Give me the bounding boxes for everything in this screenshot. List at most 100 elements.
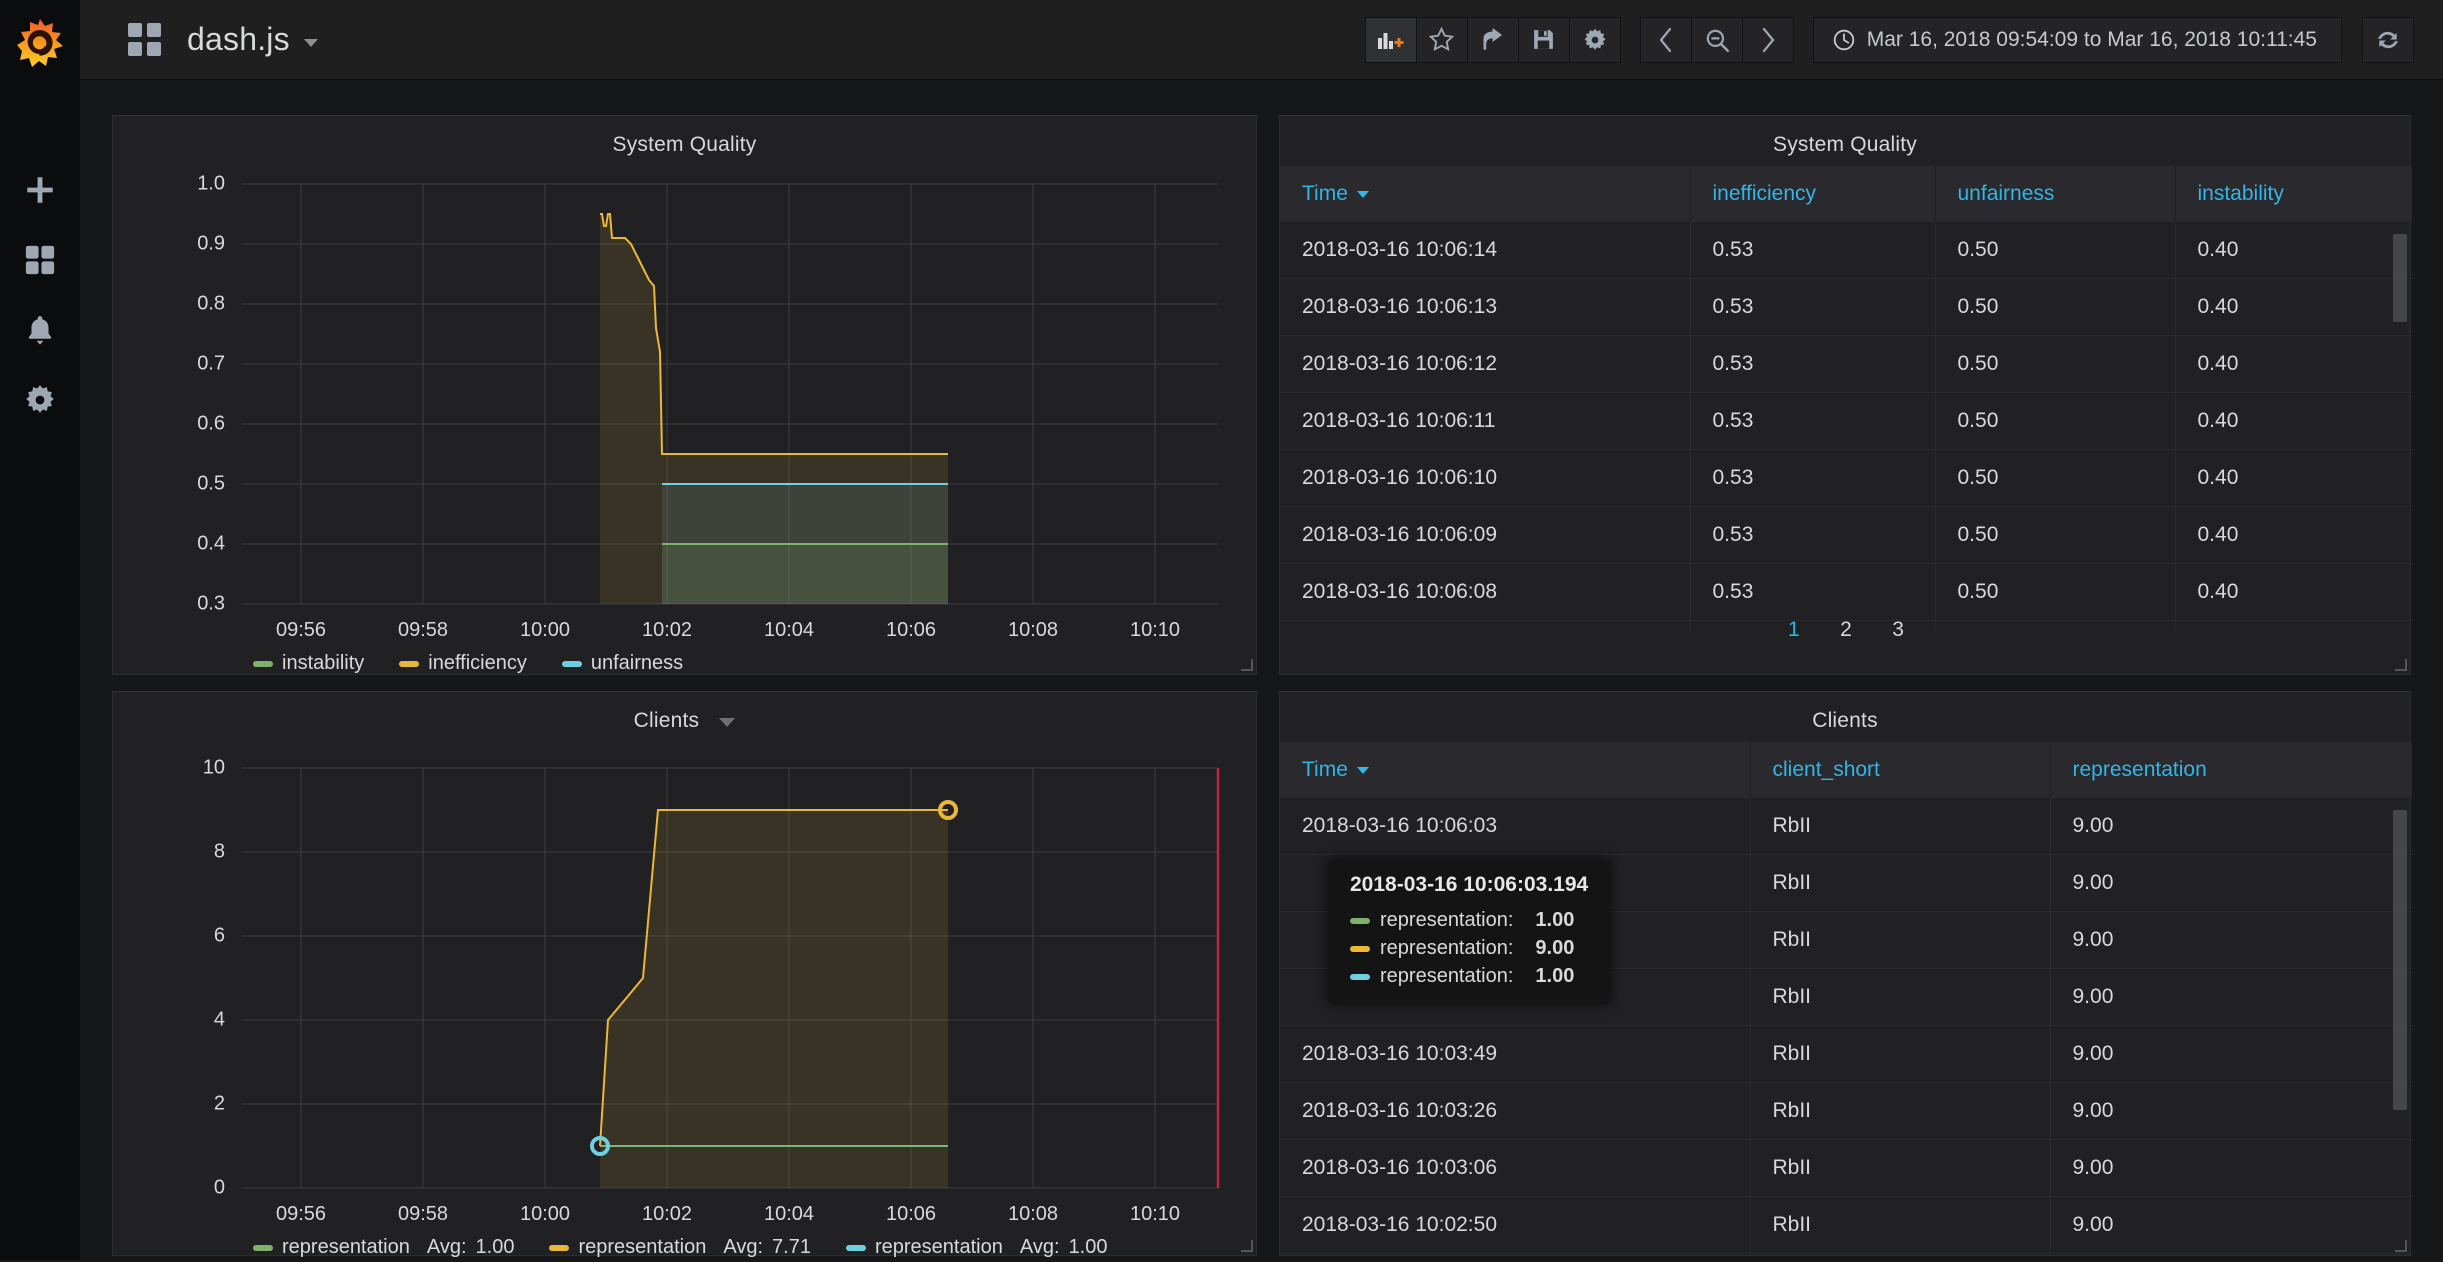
column-header-representation[interactable]: representation [2050,742,2412,798]
graph-hover-tooltip: 2018-03-16 10:06:03.194 representation: … [1328,859,1611,1004]
sidebar-item-configuration[interactable] [0,365,80,435]
zoom-out-button[interactable] [1690,16,1743,63]
share-dashboard-button[interactable] [1466,16,1519,63]
graph-plot-area[interactable]: 1.0 0.9 0.8 0.7 0.6 0.5 0.4 0.3 09:56 09… [113,164,1258,676]
cell-time: 2018-03-16 10:06:03 [1280,798,1751,855]
column-header-instability[interactable]: instability [2175,166,2412,222]
panel-resize-handle[interactable] [2395,659,2407,671]
cell-instability: 0.40 [2175,335,2412,393]
grafana-logo-icon[interactable] [0,8,80,80]
cell-representation: 9.00 [2050,1025,2412,1083]
table-row[interactable]: 2018-03-16 10:03:26 RbII 9.00 [1280,1082,2412,1140]
panel-system-quality-table: System Quality Time inefficiency unfairn… [1279,115,2412,675]
panel-resize-handle[interactable] [2395,1240,2407,1252]
table-scroll-container[interactable]: Time inefficiency unfairness instability… [1280,166,2412,631]
cell-inefficiency: 0.53 [1690,222,1936,279]
tooltip-series-name: representation: [1380,909,1514,931]
table-row[interactable]: 2018-03-16 10:02:38RbII9.00 [1280,1253,2412,1254]
legend-color-swatch [253,1244,273,1251]
table-row[interactable]: 2018-03-16 10:03:49 RbII 9.00 [1280,1025,2412,1083]
time-range-picker[interactable]: Mar 16, 2018 09:54:09 to Mar 16, 2018 10… [1812,16,2342,63]
tooltip-series-value: 1.00 [1535,965,1575,987]
table-row[interactable]: 2018-03-16 10:02:50 RbII 9.00 [1280,1196,2412,1254]
column-header-time[interactable]: Time [1280,166,1691,222]
pagination-page-2[interactable]: 2 [1840,618,1852,641]
star-icon [1428,26,1455,52]
panel-title[interactable]: Clients [1280,692,2410,733]
panel-title[interactable]: Clients [113,692,1256,733]
cell-representation: 9.00 [2050,1196,2412,1254]
page-title[interactable]: dash.js [187,21,290,58]
sidebar-item-create[interactable] [0,155,80,225]
cell-time: 2018-03-16 10:06:13 [1280,278,1691,336]
panel-title[interactable]: System Quality [113,116,1256,157]
x-tick-label: 10:00 [519,1203,571,1225]
save-dashboard-button[interactable] [1517,16,1570,63]
dashboard-settings-button[interactable] [1568,16,1621,63]
table-scrollbar[interactable] [2393,234,2407,322]
legend-item-inefficiency[interactable]: inefficiency [399,652,527,675]
graph-plot-area[interactable]: 10 8 6 4 2 0 09:56 09:58 10:00 10:02 10:… [113,740,1258,1259]
refresh-button[interactable] [2362,16,2414,63]
cell-inefficiency: 0.53 [1690,278,1936,336]
x-tick-label: 09:56 [275,619,327,641]
time-range-forward-button[interactable] [1741,16,1794,63]
table-row[interactable]: 2018-03-16 10:06:12 0.53 0.50 0.40 [1280,335,2412,393]
cell-time: 2018-03-16 10:06:10 [1280,449,1691,507]
dashboard-area: System Quality 1.0 0.9 0.8 0.7 0.6 0.5 0… [80,80,2443,1260]
share-icon [1483,28,1503,50]
dashboard-picker-chevron-down-icon[interactable] [303,38,318,47]
panel-title-label: Clients [633,709,700,732]
cell-instability: 0.40 [2175,392,2412,450]
column-header-time[interactable]: Time [1280,742,1751,798]
table-row[interactable]: 2018-03-16 10:06:11 0.53 0.50 0.40 [1280,392,2412,450]
legend-item-representation-cyan[interactable]: representation Avg: 1.00 [845,1236,1107,1259]
table-row[interactable]: 2018-03-16 10:06:13 0.53 0.50 0.40 [1280,278,2412,336]
tooltip-color-swatch [1350,917,1370,924]
cell-representation: 9.00 [2050,911,2412,969]
refresh-icon [2378,31,2398,48]
legend-item-representation-yellow[interactable]: representation Avg: 7.71 [549,1236,811,1259]
column-header-client-short[interactable]: client_short [1750,742,2051,798]
sort-desc-icon [1356,766,1369,774]
pagination-page-3[interactable]: 3 [1892,618,1904,641]
panel-menu-chevron-down-icon[interactable] [719,718,736,727]
column-header-unfairness[interactable]: unfairness [1935,166,2176,222]
table-row[interactable]: 2018-03-16 10:06:10 0.53 0.50 0.40 [1280,449,2412,507]
sidebar-item-alerting[interactable] [0,295,80,365]
cell-time: 2018-03-16 10:02:50 [1280,1196,1751,1254]
add-panel-button[interactable] [1364,16,1417,63]
cell-representation: 9.00 [2050,968,2412,1026]
legend-item-representation-green[interactable]: representation Avg: 1.00 [253,1236,514,1259]
legend-color-swatch [399,660,420,667]
time-range-back-button[interactable] [1639,16,1692,63]
panel-clients-graph: Clients 10 8 6 4 2 0 09:56 09:58 10:00 1… [112,691,1258,1259]
panel-title[interactable]: System Quality [1280,116,2410,157]
panel-resize-handle[interactable] [1241,1240,1253,1252]
legend-label: unfairness [590,652,684,674]
legend-item-unfairness[interactable]: unfairness [561,652,684,675]
cell-representation: 9.00 [2050,1139,2412,1197]
y-tick-label: 0 [213,1176,225,1199]
legend-stat-value: 7.71 [772,1236,811,1258]
table-row[interactable]: 2018-03-16 10:06:14 0.53 0.50 0.40 [1280,222,2412,279]
column-header-inefficiency[interactable]: inefficiency [1690,166,1936,222]
cell-client-short: RbII [1750,798,2051,855]
sidebar-item-dashboards[interactable] [0,225,80,295]
cell-time: 2018-03-16 10:06:12 [1280,335,1691,393]
dashboard-grid-icon[interactable] [128,23,161,56]
system-quality-plot[interactable] [113,164,1258,676]
star-dashboard-button[interactable] [1415,16,1468,63]
chevron-left-icon [1659,27,1671,52]
table-row[interactable]: 2018-03-16 10:03:06 RbII 9.00 [1280,1139,2412,1197]
panel-resize-handle[interactable] [1241,659,1253,671]
table-row[interactable]: 2018-03-16 10:06:03 RbII 9.00 [1280,798,2412,855]
cell-inefficiency: 0.53 [1690,449,1936,507]
table-scrollbar[interactable] [2393,810,2407,1110]
pagination-page-1[interactable]: 1 [1788,618,1800,641]
table-row[interactable]: 2018-03-16 10:06:09 0.53 0.50 0.40 [1280,506,2412,564]
legend-item-instability[interactable]: instability [253,652,364,675]
legend-label: instability [282,652,365,674]
clients-plot[interactable] [113,740,1258,1257]
y-tick-label: 0.9 [197,232,225,255]
